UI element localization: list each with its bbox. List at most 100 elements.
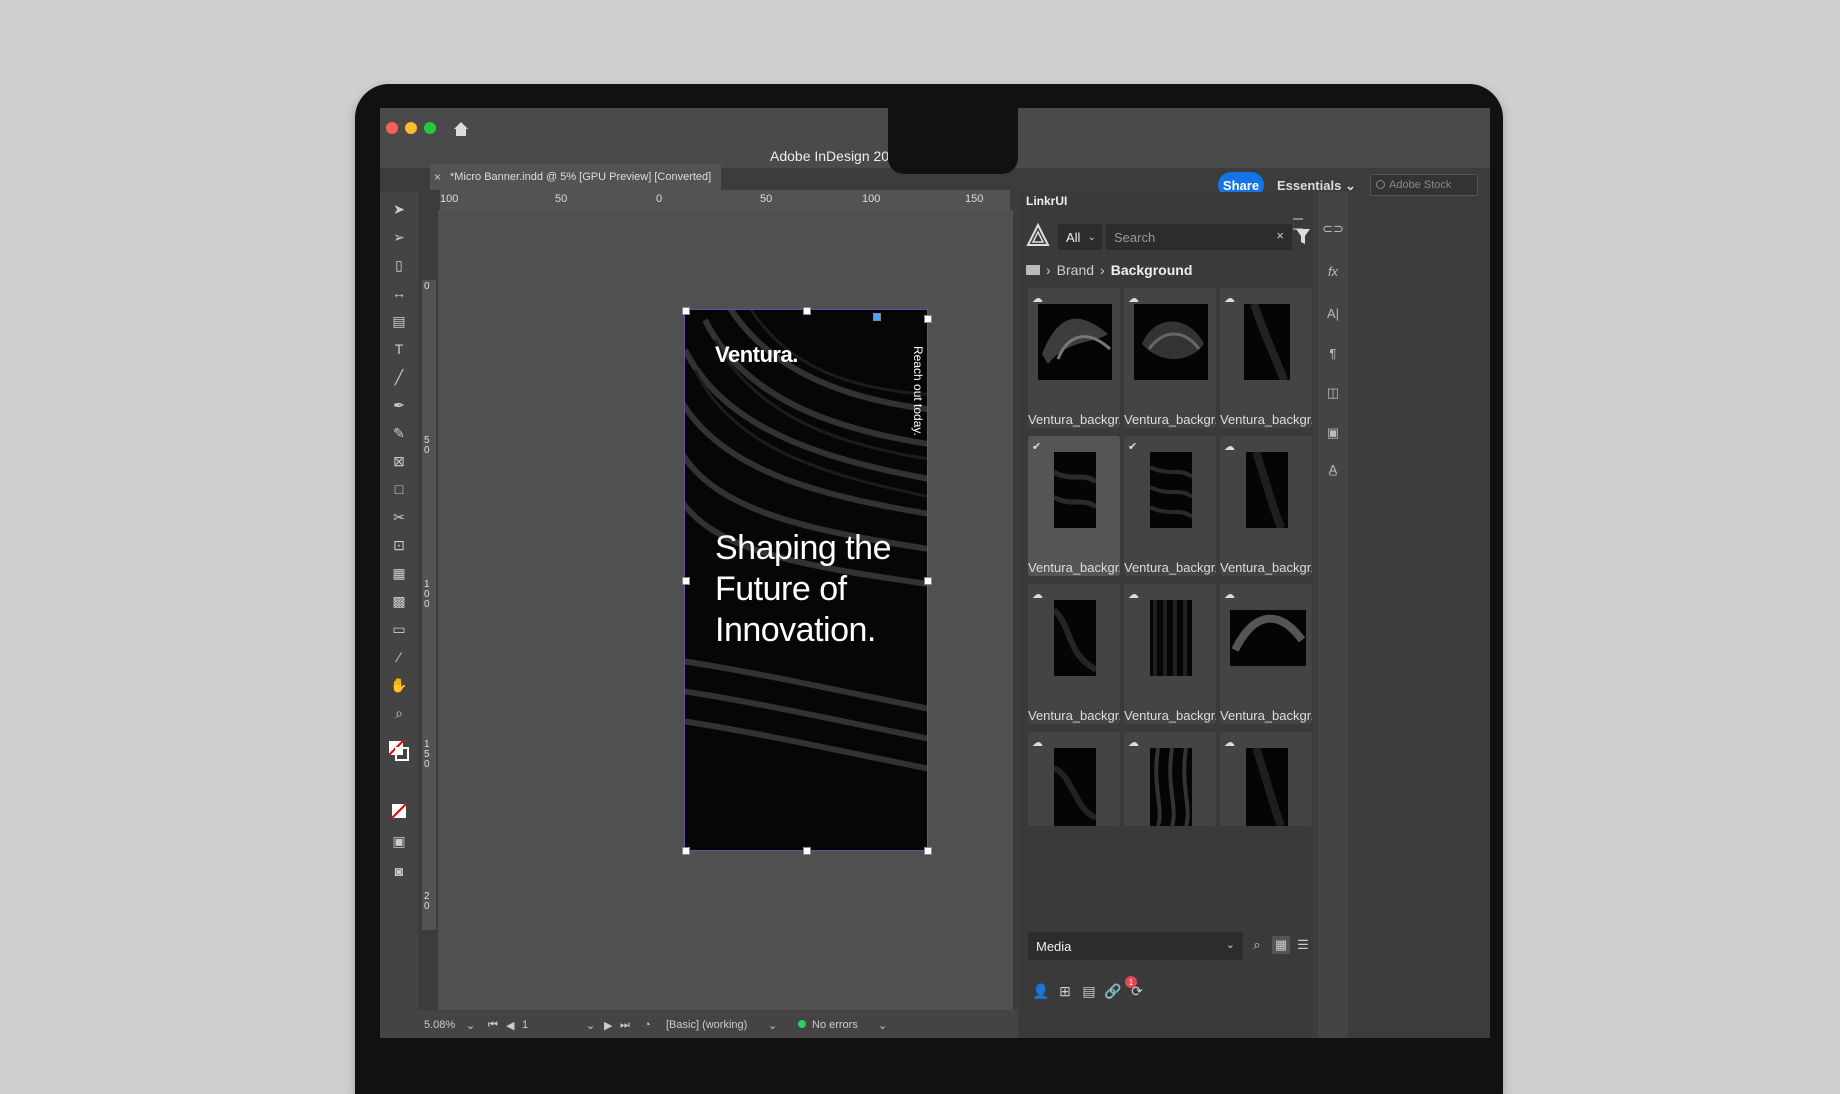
asset-card[interactable]: ☁ Ventura_backgr... bbox=[1124, 584, 1216, 724]
selection-tool-icon[interactable]: ➤ bbox=[390, 200, 408, 218]
asset-card[interactable]: ☁ Ventura_backgr... bbox=[1028, 288, 1120, 428]
previous-page-icon[interactable]: ◀ bbox=[506, 1019, 514, 1032]
content-collector-icon[interactable]: ▤ bbox=[390, 312, 408, 330]
breadcrumb-current[interactable]: Background bbox=[1111, 262, 1193, 278]
cc-libraries-panel-icon[interactable]: ▣ bbox=[1324, 424, 1342, 442]
resize-handle[interactable] bbox=[924, 315, 932, 323]
last-page-icon[interactable]: ⏭ bbox=[620, 1019, 630, 1032]
asset-card[interactable]: ☁ bbox=[1124, 732, 1216, 826]
cta-text: Reach out today. bbox=[911, 346, 925, 436]
resize-handle[interactable] bbox=[682, 307, 690, 315]
close-tab-icon[interactable]: × bbox=[434, 170, 441, 184]
chevron-down-icon[interactable]: ⌄ bbox=[466, 1019, 475, 1032]
resize-handle[interactable] bbox=[924, 847, 932, 855]
vertical-ruler: 0 5 0 1 0 0 1 5 0 2 0 bbox=[422, 280, 436, 930]
asset-card[interactable]: ☁ Ventura_backgr... bbox=[1220, 288, 1312, 428]
fill-stroke-swatch-icon[interactable] bbox=[388, 740, 410, 762]
free-transform-tool-icon[interactable]: ⊡ bbox=[390, 536, 408, 554]
type-tool-icon[interactable]: T bbox=[390, 340, 408, 358]
cloud-icon: ☁ bbox=[1224, 589, 1235, 601]
asset-card[interactable]: ☁ Ventura_backgr... bbox=[1220, 436, 1312, 576]
direct-selection-tool-icon[interactable]: ➢ bbox=[390, 228, 408, 246]
ruler-tick: 5 0 bbox=[424, 435, 430, 456]
grid-view-icon[interactable]: ▦ bbox=[1272, 936, 1290, 954]
gradient-swatch-tool-icon[interactable]: ▦ bbox=[390, 564, 408, 582]
paragraph-panel-icon[interactable]: ¶ bbox=[1324, 344, 1342, 362]
chevron-down-icon[interactable]: ⌄ bbox=[878, 1019, 887, 1032]
zoom-level[interactable]: 5.08% bbox=[424, 1019, 455, 1031]
close-window-button[interactable] bbox=[386, 122, 398, 134]
asset-card[interactable]: ☁ Ventura_backgr... bbox=[1028, 584, 1120, 724]
first-page-icon[interactable]: ⏮ bbox=[488, 1019, 498, 1032]
asset-card[interactable]: ☁ Ventura_backgr... bbox=[1124, 288, 1216, 428]
resize-handle[interactable] bbox=[803, 307, 811, 315]
resize-handle[interactable] bbox=[682, 847, 690, 855]
document-tab[interactable]: × *Micro Banner.indd @ 5% [GPU Preview] … bbox=[430, 164, 722, 190]
search-placeholder: Search bbox=[1114, 229, 1156, 245]
document-icon[interactable]: ▤ bbox=[1080, 982, 1098, 1000]
chevron-down-icon[interactable]: ⌄ bbox=[586, 1019, 595, 1032]
ruler-tick: 2 0 bbox=[424, 891, 430, 912]
scissors-tool-icon[interactable]: ✂ bbox=[390, 508, 408, 526]
asset-thumbnail bbox=[1246, 452, 1288, 528]
character-panel-icon[interactable]: A| bbox=[1324, 304, 1342, 322]
preview-mode-icon[interactable]: ◙ bbox=[390, 862, 408, 880]
rectangle-tool-icon[interactable]: □ bbox=[390, 480, 408, 498]
resize-handle[interactable] bbox=[924, 577, 932, 585]
asset-card[interactable]: ✔ Ventura_backgr... bbox=[1028, 436, 1120, 576]
pencil-tool-icon[interactable]: ✎ bbox=[390, 424, 408, 442]
styles-panel-icon[interactable]: A̲ bbox=[1324, 460, 1342, 478]
resize-handle[interactable] bbox=[803, 847, 811, 855]
effects-panel-icon[interactable]: fx bbox=[1324, 262, 1342, 280]
chevron-down-icon: ⌄ bbox=[1087, 231, 1096, 243]
minimize-window-button[interactable] bbox=[405, 122, 417, 134]
link-icon[interactable]: 🔗 bbox=[1104, 982, 1122, 1000]
zoom-tool-icon[interactable]: ⌕ bbox=[390, 704, 408, 722]
links-panel-icon[interactable]: ⊂⊃ bbox=[1322, 220, 1344, 238]
line-tool-icon[interactable]: ╱ bbox=[390, 368, 408, 386]
asset-card[interactable]: ☁ Ventura_backgr... bbox=[1220, 584, 1312, 724]
refresh-icon[interactable]: ⟳ bbox=[1128, 982, 1146, 1000]
layers-panel-icon[interactable]: ◫ bbox=[1324, 384, 1342, 402]
asset-card[interactable]: ✔ Ventura_backgr... bbox=[1124, 436, 1216, 576]
asset-type-select[interactable]: All ⌄ bbox=[1058, 224, 1102, 250]
ruler-tick: 50 bbox=[555, 193, 568, 205]
hand-tool-icon[interactable]: ✋ bbox=[390, 676, 408, 694]
adobe-stock-search[interactable]: Adobe Stock bbox=[1370, 174, 1478, 196]
preflight-status[interactable]: No errors bbox=[812, 1019, 858, 1031]
folder-icon[interactable] bbox=[1026, 265, 1040, 275]
screen-mode-icon[interactable]: ▣ bbox=[390, 832, 408, 850]
chevron-down-icon[interactable]: ⌄ bbox=[768, 1019, 777, 1032]
asset-card[interactable]: ☁ bbox=[1220, 732, 1312, 826]
filter-icon[interactable] bbox=[1296, 228, 1310, 246]
rectangle-frame-tool-icon[interactable]: ⊠ bbox=[390, 452, 408, 470]
next-page-icon[interactable]: ▶ bbox=[604, 1019, 612, 1032]
home-icon[interactable] bbox=[452, 120, 470, 138]
page-tool-icon[interactable]: ▯ bbox=[390, 256, 408, 274]
open-page-icon[interactable]: ◔ bbox=[644, 1019, 651, 1031]
clear-search-icon[interactable]: × bbox=[1276, 228, 1284, 243]
apply-none-icon[interactable] bbox=[390, 802, 408, 820]
banner-page[interactable]: Ventura. Reach out today. Shaping the Fu… bbox=[685, 310, 927, 850]
resize-handle[interactable] bbox=[682, 577, 690, 585]
hierarchy-icon[interactable]: ⊞ bbox=[1056, 982, 1074, 1000]
indesign-window: Adobe InDesign 2025 Share Essentials ⌄ A… bbox=[380, 108, 1490, 1038]
page-number[interactable]: 1 bbox=[522, 1019, 528, 1031]
gap-tool-icon[interactable]: ↔ bbox=[390, 284, 408, 302]
preflight-profile[interactable]: [Basic] (working) bbox=[666, 1019, 747, 1031]
media-type-select[interactable]: Media ⌄ bbox=[1028, 932, 1243, 960]
eyedropper-tool-icon[interactable]: ⁄ bbox=[390, 648, 408, 666]
user-icon[interactable]: 👤 bbox=[1032, 982, 1050, 1000]
preview-icon[interactable]: ⌕ bbox=[1248, 936, 1266, 954]
gradient-feather-tool-icon[interactable]: ▩ bbox=[390, 592, 408, 610]
asset-search-input[interactable]: Search × bbox=[1106, 224, 1292, 250]
pen-tool-icon[interactable]: ✒ bbox=[390, 396, 408, 414]
zoom-window-button[interactable] bbox=[424, 122, 436, 134]
list-view-icon[interactable]: ☰ bbox=[1294, 936, 1312, 954]
note-tool-icon[interactable]: ▭ bbox=[390, 620, 408, 638]
resize-handle[interactable] bbox=[873, 313, 881, 321]
breadcrumb-item[interactable]: Brand bbox=[1057, 262, 1094, 278]
asset-card[interactable]: ☁ bbox=[1028, 732, 1120, 826]
brand-logo-text: Ventura. bbox=[715, 342, 798, 367]
panel-tab-linkrui[interactable]: LinkrUI bbox=[1026, 194, 1067, 208]
